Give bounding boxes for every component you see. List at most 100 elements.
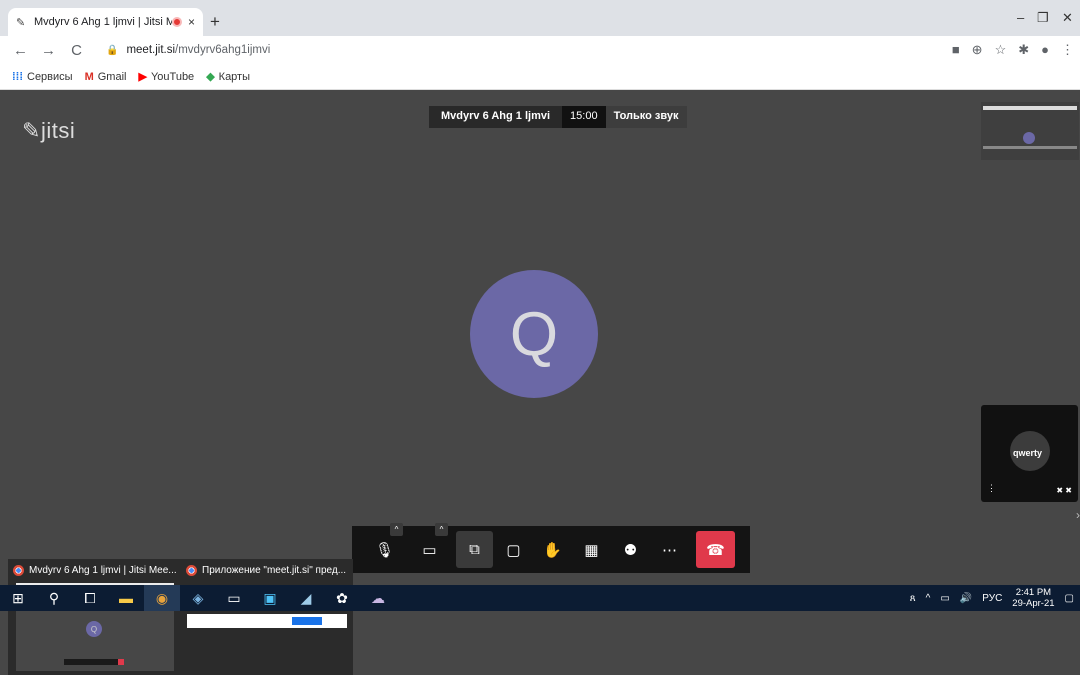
preview-title: Mvdyrv 6 Ahg 1 ljmvi | Jitsi Mee... [29,564,177,576]
taskbar-app-3[interactable]: ◢ [288,585,324,611]
remote-participant-tile[interactable]: qwerty ⋮ ✖ ✖ [981,405,1078,502]
back-icon[interactable]: ← [13,42,28,59]
camera-in-use-icon[interactable]: ■ [952,42,960,58]
show-hidden-icons[interactable]: ^ [926,593,931,604]
bookmark-apps[interactable]: ⁞⁞⁞ Сервисы [12,71,73,83]
url-domain: meet.jit.si [126,44,176,56]
chrome-icon [186,564,197,576]
taskbar-window-preview: Mvdyrv 6 Ahg 1 ljmvi | Jitsi Mee... Q Пр… [8,559,353,675]
tab-close-button[interactable]: × [188,15,195,29]
bookmark-label: Gmail [97,70,127,83]
app-icon: ▣ [263,589,277,606]
meeting-subject-bar: Mvdyrv 6 Ahg 1 ljmvi 15:00 Только звук [429,106,687,128]
camera-options-caret[interactable]: ^ [435,523,448,536]
screen-share-icon: ⧉ [469,541,480,558]
audio-only-label: Только звук [605,106,687,128]
url-path: /mvdyrv6ahg1ijmvi [175,44,271,56]
restore-button[interactable]: ❐ [1037,10,1049,26]
tile-menu-icon[interactable]: ⋮ [987,483,996,494]
menu-kebab-icon[interactable]: ⋮ [1061,42,1074,58]
bookmark-youtube[interactable]: ▶ YouTube [138,70,195,84]
taskbar-app-4[interactable]: ✿ [324,585,360,611]
logo-text: jitsi [40,118,76,143]
tab-title: Mvdyrv 6 Ahg 1 ljmvi | Jitsi M [34,16,172,28]
reload-icon[interactable]: C [69,42,84,59]
clock[interactable]: 2:41 PM 29-Apr-21 [1012,587,1054,609]
notifications-icon[interactable]: ▢ [1065,593,1074,604]
profile-icon[interactable]: ● [1041,42,1049,58]
bookmark-gmail[interactable]: M Gmail [85,71,127,83]
person-add-icon: ⚉ [623,541,638,559]
task-view-button[interactable]: ⧠ [72,585,108,611]
taskbar-app-2[interactable]: ▣ [252,585,288,611]
bookmark-star-icon[interactable]: ☆ [995,42,1007,58]
minimize-button[interactable]: – [1017,10,1024,25]
app-icon: ☁ [371,589,385,606]
meeting-subject: Mvdyrv 6 Ahg 1 ljmvi [429,106,563,128]
search-button[interactable]: ⚲ [36,585,72,611]
meeting-stage: ✎jitsi Mvdyrv 6 Ahg 1 ljmvi 15:00 Только… [0,90,1080,675]
search-icon: ⚲ [48,589,60,606]
meeting-timer: 15:00 [562,106,606,128]
preview-thumbnail [187,614,347,628]
browser-toolbar: ← → C 🔒 meet.jit.si/mvdyrv6ahg1ijmvi ■ ⊕… [0,36,1080,64]
chat-button[interactable]: ▢ [495,531,532,568]
start-button[interactable]: ⊞ [0,585,36,611]
forward-icon[interactable]: → [41,42,56,59]
taskbar-explorer[interactable]: ▬ [108,585,144,611]
clock-time: 2:41 PM [1015,587,1052,598]
apps-icon: ⁞⁞⁞ [12,70,23,83]
people-icon[interactable]: ጸ [910,593,916,604]
folder-icon: ▬ [119,590,133,606]
bookmark-label: YouTube [150,70,195,83]
windows-taskbar: ⊞ ⚲ ⧠ ▬ ◉ ◈ ▭ ▣ ◢ ✿ ☁ ጸ ^ ▭ 🔊 РУС 2:41 P… [0,585,1080,611]
jitsi-logo[interactable]: ✎jitsi [22,118,75,144]
raise-hand-button[interactable]: ✋ [534,531,571,568]
close-window-button[interactable]: ✕ [1062,10,1073,26]
more-icon: ⋯ [662,541,677,559]
terminal-icon: ▭ [227,589,241,606]
more-button[interactable]: ⋯ [651,531,688,568]
language-indicator[interactable]: РУС [982,593,1002,604]
screen-share-button[interactable]: ⧉ [456,531,493,568]
tile-view-button[interactable]: ▦ [573,531,610,568]
address-bar[interactable]: meet.jit.si/mvdyrv6ahg1ijmvi [126,44,270,56]
screen-share-thumbnail[interactable] [981,102,1079,160]
volume-icon[interactable]: 🔊 [960,593,972,604]
bookmark-maps[interactable]: ◆ Карты [206,70,250,84]
microphone-button[interactable]: 🎙 ^ [366,523,403,568]
taskbar-app-1[interactable]: ◈ [180,585,216,611]
battery-icon[interactable]: ▭ [940,593,949,604]
preview-title: Приложение "meet.jit.si" пред... [202,564,347,576]
hand-icon: ✋ [543,541,562,559]
thumb-avatar: Q [86,621,102,637]
muted-icons: ✖ ✖ [1056,486,1072,495]
camera-button[interactable]: ▭ ^ [411,523,448,568]
extensions-icon[interactable]: ✱ [1018,42,1029,58]
hangup-button[interactable]: ☎ [696,531,735,568]
mic-options-caret[interactable]: ^ [390,523,403,536]
gmail-icon: M [84,70,94,83]
invite-button[interactable]: ⚉ [612,531,649,568]
phone-hangup-icon: ☎ [706,541,725,559]
preview-window-1[interactable]: Mvdyrv 6 Ahg 1 ljmvi | Jitsi Mee... Q [8,559,180,675]
taskbar-app-5[interactable]: ☁ [360,585,396,611]
lock-icon[interactable]: 🔒 [106,45,118,56]
browser-tab-strip: ✎ Mvdyrv 6 Ahg 1 ljmvi | Jitsi M × + – ❐… [0,0,1080,36]
chrome-icon [13,564,24,576]
thumb-bar [983,146,1077,149]
zoom-icon[interactable]: ⊕ [972,42,983,58]
taskbar-chrome[interactable]: ◉ [144,585,180,611]
taskbar-terminal[interactable]: ▭ [216,585,252,611]
chat-icon: ▢ [506,541,521,559]
thumb-bar [983,106,1077,110]
browser-tab[interactable]: ✎ Mvdyrv 6 Ahg 1 ljmvi | Jitsi M × [8,8,203,36]
chevron-right-icon[interactable]: › [1076,508,1080,522]
maps-icon: ◆ [206,71,215,83]
windows-icon: ⊞ [12,589,24,606]
preview-window-2[interactable]: Приложение "meet.jit.si" пред... [181,559,353,675]
camera-icon: ▭ [422,541,437,559]
system-tray: ጸ ^ ▭ 🔊 РУС 2:41 PM 29-Apr-21 ▢ [910,585,1074,611]
new-tab-button[interactable]: + [210,12,220,32]
thumb-toolbar [64,659,124,665]
